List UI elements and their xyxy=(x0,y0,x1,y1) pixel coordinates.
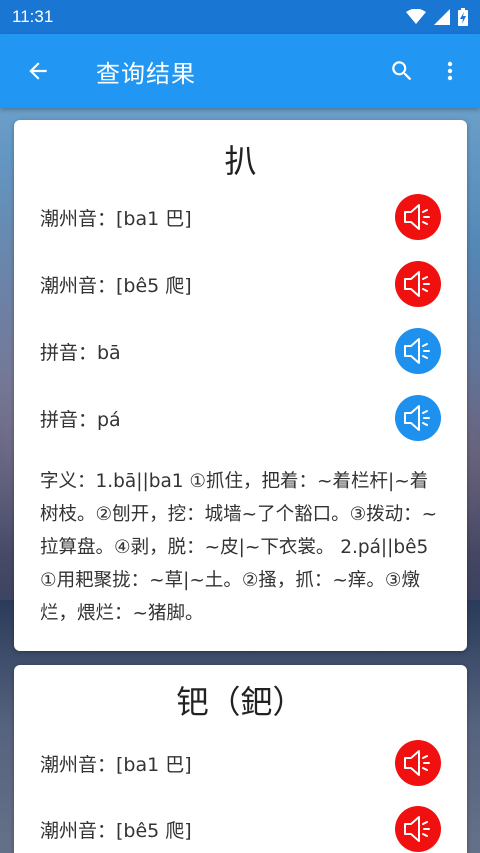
app-bar: 查询结果 xyxy=(0,34,480,108)
reading-label: 拼音：bā xyxy=(40,341,121,364)
play-audio-button[interactable] xyxy=(395,194,441,240)
card-character: 钯（鈀） xyxy=(176,683,305,721)
search-button[interactable] xyxy=(378,47,426,95)
reading-label: 拼音：pá xyxy=(40,408,121,431)
speaker-icon xyxy=(404,338,430,364)
result-card: 钯（鈀） 潮州音：[ba1 巴] 潮州音：[bê5 爬] xyxy=(14,665,467,853)
play-audio-button[interactable] xyxy=(395,740,441,786)
result-card: 扒 潮州音：[ba1 巴] 潮州音：[bê5 爬] 拼音：bā 拼音：pá 字义… xyxy=(14,120,467,651)
status-time: 11:31 xyxy=(12,7,54,26)
back-button[interactable] xyxy=(10,43,66,99)
reading-label: 潮州音：[bê5 爬] xyxy=(40,819,192,842)
reading-row: 拼音：pá xyxy=(40,393,441,443)
status-bar: 11:31 xyxy=(0,0,480,34)
wifi-icon xyxy=(406,9,426,24)
signal-icon xyxy=(434,9,450,25)
status-icons xyxy=(406,8,468,26)
speaker-icon xyxy=(404,204,430,230)
search-icon xyxy=(392,61,412,81)
page-title: 查询结果 xyxy=(96,59,196,88)
battery-charging-icon xyxy=(458,8,468,26)
reading-label: 潮州音：[bê5 爬] xyxy=(40,274,192,297)
speaker-icon xyxy=(404,750,430,776)
reading-row: 潮州音：[ba1 巴] xyxy=(40,192,441,242)
reading-label: 潮州音：[ba1 巴] xyxy=(40,753,192,776)
card-character: 扒 xyxy=(224,142,257,180)
play-audio-button[interactable] xyxy=(395,806,441,852)
overflow-menu-button[interactable] xyxy=(426,47,474,95)
speaker-icon xyxy=(404,271,430,297)
play-audio-button[interactable] xyxy=(395,328,441,374)
more-vert-icon xyxy=(447,61,453,81)
app-actions xyxy=(378,47,474,95)
arrow-back-icon xyxy=(29,62,47,80)
speaker-icon xyxy=(404,816,430,842)
reading-row: 潮州音：[bê5 爬] xyxy=(40,804,441,853)
reading-row: 潮州音：[bê5 爬] xyxy=(40,259,441,309)
speaker-icon xyxy=(404,405,430,431)
reading-label: 潮州音：[ba1 巴] xyxy=(40,207,192,230)
reading-row: 潮州音：[ba1 巴] xyxy=(40,738,441,788)
definition-text: 字义：1.bā||ba1 ①抓住，把着：~着栏杆|~着树枝。②刨开，挖：城墙~了… xyxy=(40,471,438,624)
play-audio-button[interactable] xyxy=(395,395,441,441)
reading-row: 拼音：bā xyxy=(40,326,441,376)
play-audio-button[interactable] xyxy=(395,261,441,307)
